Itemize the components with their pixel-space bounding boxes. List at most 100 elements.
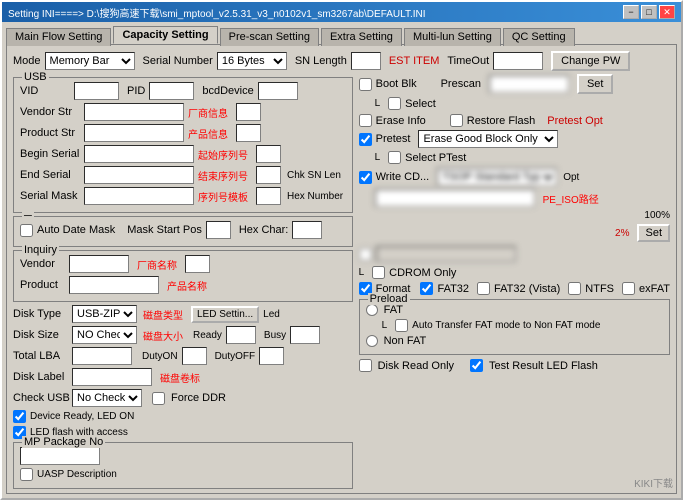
vid-input[interactable]: 090C	[74, 82, 119, 100]
mp-package-input[interactable]: N0102v1	[20, 447, 100, 465]
change-pw-button[interactable]: Change PW	[551, 51, 630, 71]
vendor-str-label: Vendor Str	[20, 106, 80, 118]
erase-info-row: Erase Info Restore Flash Pretest Opt	[359, 114, 670, 127]
auto-date-mask-checkbox[interactable]	[20, 224, 33, 237]
chk-sn-len-label: Chk SN Len	[287, 170, 341, 181]
force-ddr-checkbox[interactable]	[152, 392, 165, 405]
pretest-checkbox[interactable]	[359, 133, 372, 146]
serial-number-select[interactable]: 16 Bytes	[217, 52, 287, 70]
vendor-input[interactable]: SMI	[69, 255, 129, 273]
exfat-checkbox[interactable]	[622, 282, 635, 295]
prescan-input[interactable]	[489, 75, 569, 93]
disk-size-annotation: 磁盘大小	[143, 328, 183, 343]
check-usb-select[interactable]: No Check	[72, 389, 142, 407]
write-cdrom-checkbox[interactable]	[359, 171, 372, 184]
total-lba-row: Total LBA 0 DutyON 0 DutyOFF 0	[13, 347, 353, 365]
run-input	[376, 246, 516, 262]
fat-row: FAT	[366, 304, 663, 316]
total-lba-input[interactable]: 0	[72, 347, 132, 365]
fat-label: FAT	[384, 304, 403, 316]
device-ready-row: Device Ready, LED ON	[13, 410, 353, 423]
pid-input[interactable]: 1000	[149, 82, 194, 100]
disk-read-only-checkbox[interactable]	[359, 359, 372, 372]
cdrom-only-label: CDROM Only	[389, 267, 456, 279]
product-str-label: Product Str	[20, 127, 80, 139]
write-cdrom-select[interactable]: TSOP Standard Type	[437, 168, 557, 186]
boot-blk-row: Boot Blk Prescan Set	[359, 74, 670, 94]
sn-length-input[interactable]: 16	[351, 52, 381, 70]
usb-group-title: USB	[22, 71, 49, 83]
bcd-input[interactable]: 1100	[258, 82, 298, 100]
tab-qc[interactable]: QC Setting	[503, 28, 575, 46]
disk-type-select[interactable]: USB-ZIP	[72, 305, 137, 323]
end-serial-annotation: 结束序列号	[198, 168, 248, 183]
product-str-input[interactable]: USB DISK	[84, 124, 184, 142]
run-checkbox[interactable]	[359, 248, 372, 261]
busy-input[interactable]	[290, 326, 320, 344]
mask-start-pos-input[interactable]: 3	[206, 221, 231, 239]
begin-serial-label: Begin Serial	[20, 148, 80, 160]
l4-label: L	[382, 320, 388, 331]
uasp-checkbox[interactable]	[20, 468, 33, 481]
timeout-input[interactable]: 20000	[493, 52, 543, 70]
close-button[interactable]: ✕	[659, 5, 675, 19]
vendor-str-input[interactable]: SMI Corporation	[84, 103, 184, 121]
non-fat-radio[interactable]	[366, 335, 378, 347]
tab-extra[interactable]: Extra Setting	[321, 28, 402, 46]
test-result-led-checkbox[interactable]	[470, 359, 483, 372]
ready-label: Ready	[193, 330, 222, 341]
product-str-maxlen[interactable]: 30	[236, 124, 261, 142]
tab-main-flow[interactable]: Main Flow Setting	[6, 28, 111, 46]
mode-select[interactable]: Memory Bar	[45, 52, 135, 70]
set-button[interactable]: Set	[577, 74, 614, 94]
tab-multirun[interactable]: Multi-lun Setting	[404, 28, 501, 46]
pretest-row: Pretest Erase Good Block Only	[359, 130, 670, 148]
tab-prescan[interactable]: Pre-scan Setting	[220, 28, 319, 46]
set2-button[interactable]: Set	[637, 224, 670, 242]
begin-serial-row: Begin Serial AA00000000011176 起始序列号 16	[20, 145, 346, 163]
maximize-button[interactable]: □	[641, 5, 657, 19]
pretest-select[interactable]: Erase Good Block Only	[418, 130, 558, 148]
begin-serial-maxlen[interactable]: 16	[256, 145, 281, 163]
fat32-checkbox[interactable]	[420, 282, 433, 295]
ready-input[interactable]	[226, 326, 256, 344]
auto-transfer-checkbox[interactable]	[395, 319, 408, 332]
restore-flash-checkbox[interactable]	[450, 114, 463, 127]
tab-capacity[interactable]: Capacity Setting	[113, 26, 217, 44]
preload-group: Preload FAT L Auto Transfer FAT mode to …	[359, 299, 670, 355]
fat-radio[interactable]	[366, 304, 378, 316]
cdrom-only-checkbox[interactable]	[372, 266, 385, 279]
select-ptest-checkbox[interactable]	[388, 151, 401, 164]
product-input[interactable]: USB DISK	[69, 276, 159, 294]
inquiry-title: Inquiry	[22, 244, 59, 256]
serial-mask-maxlen[interactable]: 16	[256, 187, 281, 205]
erase-info-checkbox[interactable]	[359, 114, 372, 127]
vendor-maxlen[interactable]: 8	[185, 255, 210, 273]
product-row: Product USB DISK 产品名称	[20, 276, 346, 294]
minimize-button[interactable]: −	[623, 5, 639, 19]
end-serial-maxlen[interactable]: 16	[256, 166, 281, 184]
duty-off-input[interactable]: 0	[259, 347, 284, 365]
disk-label-input[interactable]: USB DISK	[72, 368, 152, 386]
duty-on-input[interactable]: 0	[182, 347, 207, 365]
pe-iso-input[interactable]	[375, 189, 535, 207]
select-checkbox[interactable]	[388, 97, 401, 110]
check-usb-label: Check USB	[13, 392, 68, 404]
mp-package-title: MP Package No	[22, 436, 105, 448]
sn-length-label: SN Length	[295, 55, 347, 67]
led-setting-button[interactable]: LED Settin...	[191, 306, 259, 323]
begin-serial-input[interactable]: AA00000000011176	[84, 145, 194, 163]
disk-size-select[interactable]: NO Check	[72, 326, 137, 344]
watermark: KIKI下载	[634, 475, 673, 490]
end-serial-input[interactable]: AA04012799999999	[84, 166, 194, 184]
hex-char-input[interactable]	[292, 221, 322, 239]
device-ready-checkbox[interactable]	[13, 410, 26, 423]
prescan-label: Prescan	[441, 78, 481, 90]
ntfs-checkbox[interactable]	[568, 282, 581, 295]
mp-package-row: N0102v1	[20, 447, 346, 465]
vendor-str-maxlen[interactable]: 30	[236, 103, 261, 121]
serial-mask-input[interactable]: AA##############	[84, 187, 194, 205]
boot-blk-checkbox[interactable]	[359, 78, 372, 91]
fat32-vista-checkbox[interactable]	[477, 282, 490, 295]
disk-read-only-label: Disk Read Only	[378, 360, 454, 372]
